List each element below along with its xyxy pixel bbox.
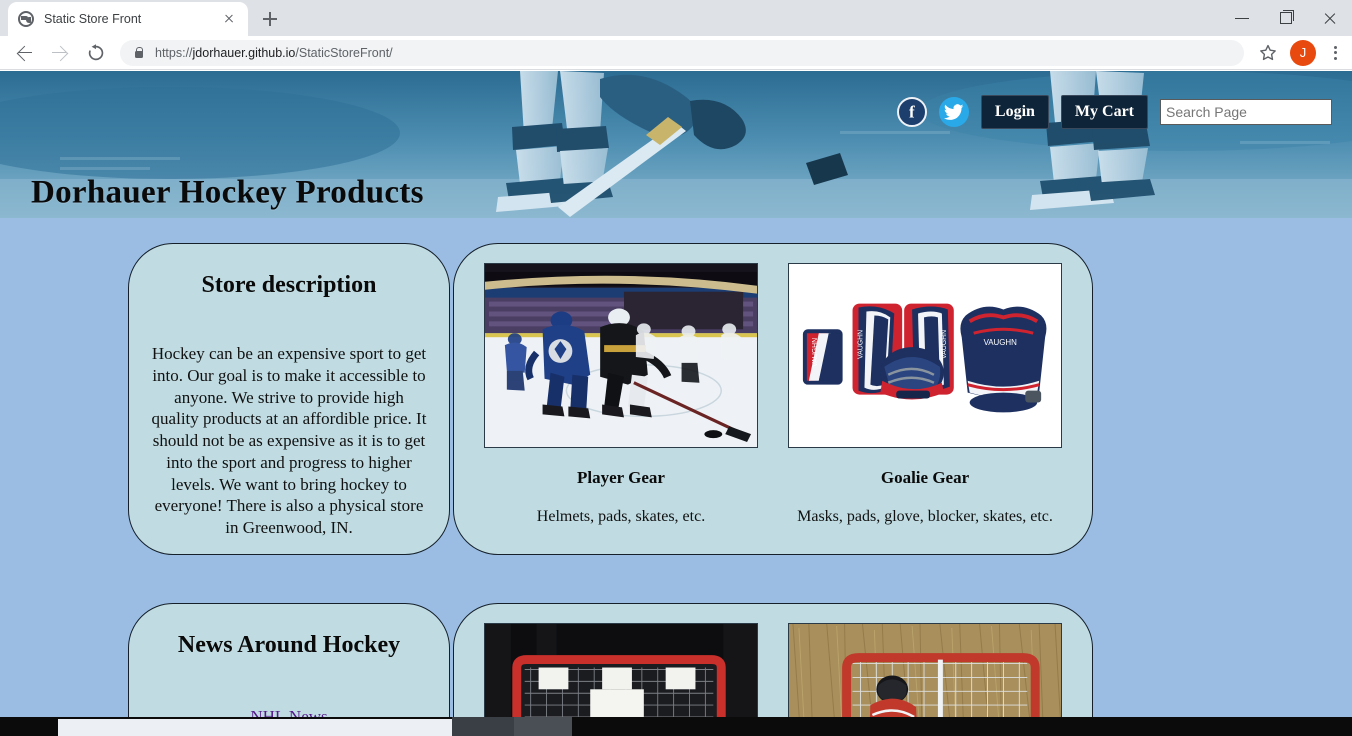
left-column: Store description Hockey can be an expen… (0, 243, 453, 717)
reload-icon[interactable] (80, 37, 112, 69)
forward-arrow-icon[interactable] (44, 37, 76, 69)
product-goalie-gear[interactable]: VAUGHN VAUGHN VAUGHN VAUGHN Goalie Gear … (788, 263, 1062, 526)
product-subtitle: Masks, pads, glove, blocker, skates, etc… (797, 508, 1053, 525)
site-header-banner: Dorhauer Hockey Products f Login My Cart… (0, 71, 1352, 218)
product-title: Goalie Gear (880, 468, 970, 487)
tab-title: Static Store Front (44, 12, 142, 26)
store-description-heading: Store description (201, 272, 377, 298)
products-card-2 (453, 603, 1093, 717)
svg-text:VAUGHN: VAUGHN (857, 330, 864, 359)
product-shooting-target[interactable] (484, 623, 758, 717)
url-scheme: https:// (155, 45, 193, 60)
browser-titlebar: Static Store Front (0, 0, 1352, 36)
login-button[interactable]: Login (980, 95, 1049, 129)
product-subtitle: Helmets, pads, skates, etc. (536, 508, 706, 525)
product-title: Player Gear (577, 468, 665, 487)
page-content: Store description Hockey can be an expen… (0, 218, 1352, 717)
page-title: Dorhauer Hockey Products (31, 174, 424, 211)
goalie-equipment-photo: VAUGHN VAUGHN VAUGHN VAUGHN (788, 263, 1062, 448)
browser-window: Static Store Front https://jdorhauer.git… (0, 0, 1352, 736)
globe-icon (18, 11, 34, 27)
facebook-icon[interactable]: f (896, 96, 927, 127)
kebab-menu-icon[interactable] (1324, 39, 1346, 67)
browser-tab[interactable]: Static Store Front (8, 2, 248, 36)
taskbar-app-icon[interactable] (452, 717, 514, 736)
page-viewport: Dorhauer Hockey Products f Login My Cart… (0, 71, 1352, 717)
right-column: Player Gear Helmets, pads, skates, etc. (453, 243, 1352, 717)
url-path: /StaticStoreFront/ (295, 45, 393, 60)
os-taskbar (0, 717, 1352, 736)
svg-text:VAUGHN: VAUGHN (941, 330, 948, 359)
product-outdoor-net[interactable] (788, 623, 1062, 717)
maximize-icon[interactable] (1264, 0, 1308, 36)
tab-close-icon[interactable] (220, 10, 238, 28)
back-arrow-icon[interactable] (8, 37, 40, 69)
content-row-1: Store description Hockey can be an expen… (0, 243, 1352, 717)
star-icon[interactable] (1254, 39, 1282, 67)
site-header-nav: f Login My Cart Search Page (896, 95, 1332, 129)
window-close-icon[interactable] (1308, 0, 1352, 36)
my-cart-button[interactable]: My Cart (1060, 95, 1148, 129)
news-heading: News Around Hockey (177, 632, 401, 658)
nhl-news-link[interactable]: NHL News (151, 707, 427, 717)
browser-toolbar: https://jdorhauer.github.io/StaticStoreF… (0, 36, 1352, 70)
window-controls (1220, 0, 1352, 36)
taskbar-segment (58, 719, 452, 736)
news-card: News Around Hockey NHL News (128, 603, 450, 717)
store-description-card: Store description Hockey can be an expen… (128, 243, 450, 555)
new-tab-button[interactable] (256, 5, 284, 33)
svg-text:VAUGHN: VAUGHN (984, 338, 1018, 347)
product-player-gear[interactable]: Player Gear Helmets, pads, skates, etc. (484, 263, 758, 526)
search-placeholder: Search Page (1166, 103, 1247, 120)
address-bar[interactable]: https://jdorhauer.github.io/StaticStoreF… (120, 39, 1244, 66)
store-description-text: Hockey can be an expensive sport to get … (151, 344, 427, 537)
svg-text:VAUGHN: VAUGHN (812, 338, 819, 367)
product-row-2 (483, 623, 1063, 717)
search-input[interactable]: Search Page (1160, 98, 1332, 125)
outdoor-goalie-net-photo (788, 623, 1062, 717)
twitter-icon[interactable] (938, 96, 969, 127)
lock-icon (132, 46, 145, 59)
product-row: Player Gear Helmets, pads, skates, etc. (483, 263, 1063, 526)
url-host: jdorhauer.github.io (192, 45, 296, 60)
minimize-icon[interactable] (1220, 0, 1264, 36)
products-card: Player Gear Helmets, pads, skates, etc. (453, 243, 1093, 555)
url-text: https://jdorhauer.github.io/StaticStoreF… (155, 46, 393, 60)
avatar[interactable]: J (1290, 39, 1316, 66)
hockey-players-game-photo (484, 263, 758, 448)
shooting-target-net-photo (484, 623, 758, 717)
facebook-letter: f (909, 102, 915, 122)
taskbar-app-icon-active[interactable] (514, 717, 572, 736)
